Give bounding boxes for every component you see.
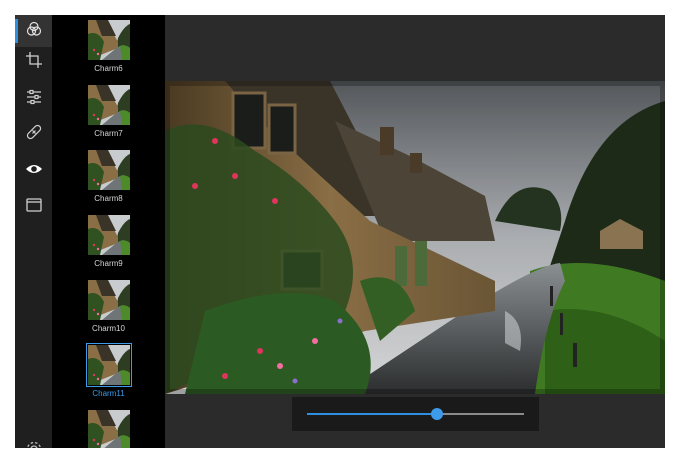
crop-icon	[25, 51, 43, 73]
filter-item[interactable]: Charm7	[52, 80, 165, 144]
retouch-tool-button[interactable]	[15, 118, 52, 150]
adjust-tool-button[interactable]	[15, 83, 52, 115]
filter-label: Charm6	[94, 64, 123, 73]
filter-thumbnail[interactable]	[88, 85, 130, 125]
retouch-icon	[25, 123, 43, 145]
filters-tool-button[interactable]	[15, 15, 52, 47]
filter-label: Charm9	[94, 259, 123, 268]
red-eye-tool-button[interactable]	[15, 155, 52, 187]
filter-item[interactable]: Charm10	[52, 275, 165, 339]
filter-label: Charm8	[94, 194, 123, 203]
filter-thumbnail[interactable]	[88, 150, 130, 190]
filter-item[interactable]	[52, 405, 165, 448]
filter-item[interactable]: Charm6	[52, 15, 165, 79]
slider-thumb[interactable]	[431, 408, 444, 420]
filter-item[interactable]: Charm9	[52, 210, 165, 274]
filter-label: Charm10	[92, 324, 125, 333]
photo-editor-window: Charm6 Charm7 Charm8 Charm9 Charm10 Char…	[15, 15, 665, 448]
filter-thumbnail[interactable]	[86, 343, 132, 387]
filter-strip: Charm6 Charm7 Charm8 Charm9 Charm10 Char…	[52, 15, 165, 448]
intensity-slider-panel	[292, 397, 539, 431]
intensity-slider[interactable]	[307, 408, 524, 420]
filter-thumbnail[interactable]	[88, 20, 130, 60]
crop-tool-button[interactable]	[15, 46, 52, 78]
filter-item[interactable]: Charm8	[52, 145, 165, 209]
filter-label: Charm11	[92, 389, 125, 398]
photo-preview	[165, 81, 665, 394]
filter-thumbnail[interactable]	[88, 410, 130, 448]
vignette-tool-button[interactable]	[15, 191, 52, 223]
adjust-icon	[25, 88, 43, 110]
vignette-icon	[25, 196, 43, 218]
editing-canvas	[165, 15, 665, 448]
tool-rail	[15, 15, 52, 448]
filter-thumbnail[interactable]	[88, 215, 130, 255]
filter-item[interactable]: Charm11	[52, 340, 165, 404]
filter-label: Charm7	[94, 129, 123, 138]
slider-fill	[307, 413, 438, 415]
filters-icon	[25, 20, 43, 42]
settings-button[interactable]	[15, 435, 52, 448]
gear-icon	[25, 440, 43, 448]
filter-thumbnail[interactable]	[88, 280, 130, 320]
red-eye-icon	[25, 160, 43, 182]
